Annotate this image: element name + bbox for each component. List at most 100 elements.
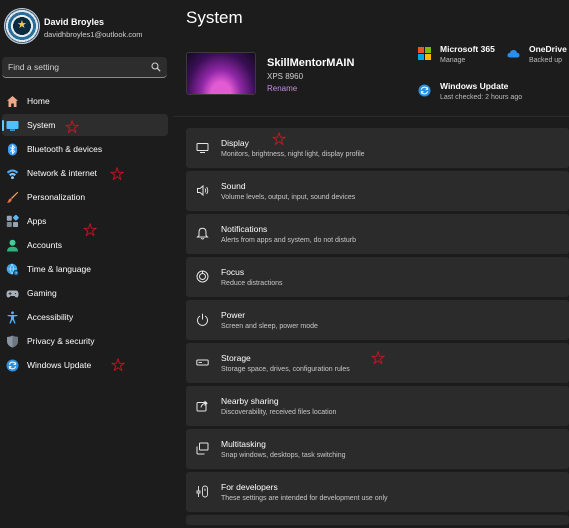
microsoft-logo-icon <box>418 47 431 60</box>
annotation-star-icon: ☆ <box>271 129 288 149</box>
settings-card-title: Focus <box>221 267 245 277</box>
sidebar-item-label: Gaming <box>27 288 57 298</box>
quick-link-subtitle: Last checked: 2 hours ago <box>440 94 523 101</box>
settings-card-title: Power <box>221 310 246 320</box>
settings-card-subtitle: Screen and sleep, power mode <box>221 323 318 330</box>
sidebar-item-label: Windows Update <box>27 360 92 370</box>
device-name: SkillMentorMAIN <box>267 57 355 69</box>
monitor-icon <box>6 121 19 131</box>
sidebar-item-home[interactable]: Home <box>2 90 168 112</box>
sidebar-item-label: Home <box>27 96 50 106</box>
search-input[interactable] <box>2 57 147 77</box>
badge-star-icon: ★ <box>17 19 27 31</box>
settings-card-title: Notifications <box>221 224 268 234</box>
display-icon <box>196 143 209 153</box>
sidebar-item-label: Accounts <box>27 240 62 250</box>
sync-icon <box>418 84 431 97</box>
sync-icon <box>6 359 19 372</box>
settings-card-title: Sound <box>221 181 246 191</box>
settings-card-title: Nearby sharing <box>221 396 279 406</box>
settings-card-title: For developers <box>221 482 278 492</box>
quick-link-subtitle: Backed up <box>529 57 563 64</box>
sidebar-item-label: Accessibility <box>27 312 74 322</box>
person-icon <box>7 239 18 252</box>
globe-clock-icon <box>6 263 19 276</box>
sidebar-item-label: Network & internet <box>27 168 97 178</box>
gamepad-icon <box>6 290 19 298</box>
settings-card-subtitle: These settings are intended for developm… <box>221 495 388 502</box>
settings-card-sound[interactable]: Sound Volume levels, output, input, soun… <box>186 171 569 211</box>
annotation-star-icon: ☆ <box>64 117 81 137</box>
profile-name: David Broyles <box>44 17 105 27</box>
settings-card-power[interactable]: Power Screen and sleep, power mode <box>186 300 569 340</box>
settings-card-partial[interactable] <box>186 515 569 525</box>
power-icon <box>197 313 208 326</box>
annotation-star-icon: ☆ <box>109 164 126 184</box>
settings-card-subtitle: Storage space, drives, configuration rul… <box>221 366 350 373</box>
sidebar-item-personalization[interactable]: Personalization <box>2 186 168 208</box>
avatar[interactable]: ★ <box>4 8 40 44</box>
multitask-icon <box>196 442 209 455</box>
shield-icon <box>7 335 18 348</box>
quick-link-title: Windows Update <box>440 81 509 91</box>
settings-card-subtitle: Alerts from apps and system, do not dist… <box>221 237 357 244</box>
wifi-icon <box>6 169 19 179</box>
bluetooth-icon <box>8 143 17 156</box>
developer-icon <box>196 485 208 498</box>
brush-icon <box>7 191 19 203</box>
quick-link-title: Microsoft 365 <box>440 44 495 54</box>
bell-icon <box>196 227 209 240</box>
sidebar-item-label: Bluetooth & devices <box>27 144 103 154</box>
profile-email: davidhbroyles1@outlook.com <box>44 30 143 39</box>
user-profile[interactable]: ★ David Broyles davidhbroyles1@outlook.c… <box>4 8 174 48</box>
settings-card-nearby-sharing[interactable]: Nearby sharing Discoverability, received… <box>186 386 569 426</box>
settings-card-subtitle: Monitors, brightness, night light, displ… <box>221 151 365 158</box>
settings-card-developers[interactable]: For developers These settings are intend… <box>186 472 569 512</box>
share-icon <box>196 400 208 412</box>
settings-card-multitasking[interactable]: Multitasking Snap windows, desktops, tas… <box>186 429 569 469</box>
annotation-star-icon: ☆ <box>110 355 127 375</box>
settings-card-subtitle: Volume levels, output, input, sound devi… <box>221 194 356 201</box>
device-wallpaper-thumbnail <box>186 52 256 95</box>
sidebar-item-time-language[interactable]: Time & language <box>2 258 168 280</box>
sidebar-item-accessibility[interactable]: Accessibility <box>2 306 168 328</box>
cloud-icon <box>507 50 520 58</box>
quick-link-windows-update[interactable]: Windows Update Last checked: 2 hours ago <box>418 81 558 109</box>
sidebar-item-label: System <box>27 120 56 130</box>
settings-card-storage[interactable]: Storage Storage space, drives, configura… <box>186 343 569 383</box>
sidebar-item-system[interactable]: System <box>2 114 168 136</box>
rename-link[interactable]: Rename <box>267 84 297 93</box>
sidebar-item-privacy[interactable]: Privacy & security <box>2 330 168 352</box>
page-title: System <box>186 8 243 27</box>
sidebar-item-label: Personalization <box>27 192 86 202</box>
settings-card-notifications[interactable]: Notifications Alerts from apps and syste… <box>186 214 569 254</box>
sidebar-item-gaming[interactable]: Gaming <box>2 282 168 304</box>
settings-card-subtitle: Discoverability, received files location <box>221 409 337 416</box>
sidebar-item-bluetooth[interactable]: Bluetooth & devices <box>2 138 168 160</box>
device-model: XPS 8960 <box>267 72 304 81</box>
header-divider <box>174 116 569 117</box>
home-icon <box>7 96 18 107</box>
quick-link-onedrive[interactable]: OneDrive Backed up <box>507 44 569 72</box>
speaker-icon <box>197 184 209 197</box>
sidebar-item-windows-update[interactable]: Windows Update <box>2 354 168 376</box>
sidebar-item-label: Apps <box>27 216 47 226</box>
focus-icon <box>196 270 209 283</box>
settings-card-display[interactable]: Display Monitors, brightness, night ligh… <box>186 128 569 168</box>
annotation-star-icon: ☆ <box>82 220 99 240</box>
settings-card-subtitle: Reduce distractions <box>221 280 283 287</box>
settings-card-subtitle: Snap windows, desktops, task switching <box>221 452 346 459</box>
search-box[interactable] <box>2 57 167 78</box>
sidebar-item-network[interactable]: Network & internet <box>2 162 168 184</box>
settings-list: Display Monitors, brightness, night ligh… <box>186 128 569 528</box>
sidebar: ★ David Broyles davidhbroyles1@outlook.c… <box>0 0 174 528</box>
settings-card-title: Storage <box>221 353 251 363</box>
quick-link-subtitle: Manage <box>440 57 466 64</box>
storage-icon <box>196 359 209 366</box>
sidebar-item-label: Privacy & security <box>27 336 95 346</box>
settings-card-title: Display <box>221 138 249 148</box>
quick-link-microsoft365[interactable]: Microsoft 365 Manage <box>418 44 518 72</box>
settings-card-focus[interactable]: Focus Reduce distractions <box>186 257 569 297</box>
search-icon[interactable] <box>151 62 161 72</box>
quick-link-title: OneDrive <box>529 44 567 54</box>
